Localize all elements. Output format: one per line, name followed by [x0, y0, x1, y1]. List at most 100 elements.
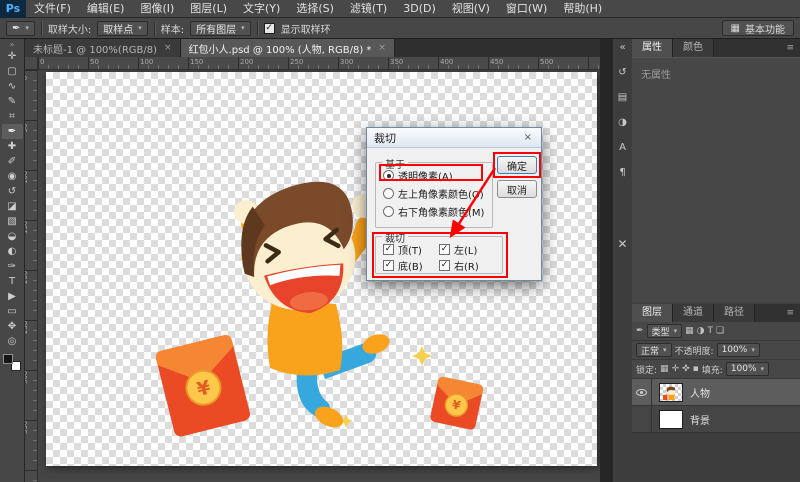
collapse-toolbar-icon[interactable]: »: [10, 40, 15, 49]
workspace-switcher[interactable]: ▦ 基本功能: [722, 20, 794, 36]
tab-color[interactable]: 颜色: [673, 39, 714, 57]
shape-tool[interactable]: ▭: [2, 304, 23, 319]
filter-type-icon[interactable]: T: [707, 326, 713, 336]
lock-transparency-icon[interactable]: ▦: [660, 364, 669, 374]
opacity-value: 100%: [722, 345, 748, 355]
path-selection-tool[interactable]: ▶: [2, 289, 23, 304]
horizontal-ruler[interactable]: 0 50 100 150 200 250 300 350 400 450 500: [38, 57, 600, 70]
checkbox-row-bottom[interactable]: ✓ 底(B): [383, 258, 423, 272]
opacity-dropdown[interactable]: 100% ▾: [717, 343, 760, 357]
show-sampling-ring-checkbox[interactable]: ✓: [264, 23, 275, 34]
fill-dropdown[interactable]: 100% ▾: [726, 362, 769, 376]
vertical-ruler[interactable]: 0 50 100 150 200 250 300 350: [25, 70, 38, 482]
radio-row-bottomright[interactable]: 右下角像素颜色(M): [383, 204, 484, 218]
menu-image[interactable]: 图像(I): [132, 0, 182, 17]
tab-channels[interactable]: 通道: [673, 304, 714, 322]
dialog-close-button[interactable]: ×: [522, 132, 534, 143]
layer-row-character[interactable]: 人物: [632, 379, 800, 406]
close-icon[interactable]: ×: [164, 43, 172, 53]
checkbox-right[interactable]: ✓: [439, 260, 450, 271]
radio-row-transparent[interactable]: 透明像素(A): [383, 168, 453, 182]
visibility-toggle[interactable]: [632, 379, 652, 406]
brush-tool[interactable]: ✐: [2, 154, 23, 169]
marquee-tool[interactable]: ▢: [2, 64, 23, 79]
zoom-tool[interactable]: ◎: [2, 334, 23, 349]
panel-menu-icon[interactable]: ≡: [780, 39, 800, 57]
radio-topleft-color[interactable]: [383, 188, 394, 199]
move-tool[interactable]: ✛: [2, 49, 23, 64]
history-panel-icon[interactable]: ↺: [618, 67, 626, 79]
clone-stamp-tool[interactable]: ◉: [2, 169, 23, 184]
ruler-number: 300: [25, 372, 38, 384]
eraser-tool[interactable]: ◪: [2, 199, 23, 214]
checkbox-row-top[interactable]: ✓ 顶(T): [383, 242, 422, 256]
checkbox-bottom[interactable]: ✓: [383, 260, 394, 271]
blur-tool[interactable]: ◒: [2, 229, 23, 244]
document-tab-hongbao[interactable]: 红包小人.psd @ 100% (人物, RGB/8) * ×: [181, 39, 395, 57]
dialog-title-bar[interactable]: 裁切 ×: [367, 128, 541, 148]
menu-select[interactable]: 选择(S): [288, 0, 342, 17]
menu-layer[interactable]: 图层(L): [182, 0, 235, 17]
menu-edit[interactable]: 编辑(E): [79, 0, 133, 17]
ok-button[interactable]: 确定: [497, 156, 537, 174]
checkbox-row-left[interactable]: ✓ 左(L): [439, 242, 477, 256]
filter-shape-icon[interactable]: ❑: [716, 326, 724, 336]
tab-layers[interactable]: 图层: [632, 304, 673, 322]
sample-size-dropdown[interactable]: 取样点 ▾: [97, 21, 148, 36]
sample-size-label: 取样大小:: [48, 21, 91, 36]
radio-row-topleft[interactable]: 左上角像素颜色(O): [383, 186, 484, 200]
menu-view[interactable]: 视图(V): [444, 0, 498, 17]
properties-panel-icon[interactable]: ▤: [618, 92, 627, 104]
menu-3d[interactable]: 3D(D): [395, 0, 444, 17]
lock-position-icon[interactable]: ✜: [682, 364, 690, 374]
adjustments-panel-icon[interactable]: ◑: [618, 117, 627, 129]
panel-dock: « ↺ ▤ ◑ A ¶ ✕: [612, 39, 632, 482]
filter-pixel-icon[interactable]: ▦: [685, 326, 694, 336]
quick-selection-tool[interactable]: ✎: [2, 94, 23, 109]
color-swatches[interactable]: [3, 354, 21, 371]
radio-bottomright-color[interactable]: [383, 206, 394, 217]
eyedropper-tool[interactable]: ✒: [2, 124, 23, 139]
hand-tool[interactable]: ✥: [2, 319, 23, 334]
healing-brush-tool[interactable]: ✚: [2, 139, 23, 154]
check-icon: ✓: [265, 24, 273, 33]
lock-image-icon[interactable]: ✛: [672, 364, 680, 374]
foreground-color-swatch[interactable]: [3, 354, 13, 364]
crop-tool[interactable]: ⌗: [2, 109, 23, 124]
document-tab-untitled[interactable]: 未标题-1 @ 100%(RGB/8) ×: [25, 39, 181, 57]
checkbox-top[interactable]: ✓: [383, 244, 394, 255]
menu-window[interactable]: 窗口(W): [498, 0, 555, 17]
filter-kind-dropdown[interactable]: 类型 ▾: [647, 324, 683, 338]
checkbox-left[interactable]: ✓: [439, 244, 450, 255]
layer-thumbnail[interactable]: [659, 383, 683, 402]
layer-thumbnail[interactable]: [659, 410, 683, 429]
menu-type[interactable]: 文字(Y): [235, 0, 288, 17]
paragraph-panel-icon[interactable]: ¶: [619, 167, 625, 179]
lasso-tool[interactable]: ∿: [2, 79, 23, 94]
tab-properties[interactable]: 属性: [632, 39, 673, 57]
menu-file[interactable]: 文件(F): [26, 0, 79, 17]
close-icon[interactable]: ×: [378, 43, 386, 53]
character-panel-icon[interactable]: A: [619, 142, 626, 154]
radio-transparent-pixels[interactable]: [383, 170, 394, 181]
filter-adjustment-icon[interactable]: ◑: [697, 326, 705, 336]
menu-help[interactable]: 帮助(H): [555, 0, 610, 17]
tool-preset-picker[interactable]: ✒ ▾: [6, 21, 35, 36]
dodge-tool[interactable]: ◐: [2, 244, 23, 259]
close-panel-icon[interactable]: ✕: [617, 238, 627, 250]
type-tool[interactable]: T: [2, 274, 23, 289]
cancel-button[interactable]: 取消: [497, 180, 537, 198]
expand-panels-icon[interactable]: «: [619, 42, 625, 54]
layer-row-background[interactable]: 背景: [632, 406, 800, 433]
panel-menu-icon[interactable]: ≡: [780, 304, 800, 322]
visibility-toggle[interactable]: [632, 406, 652, 433]
sample-dropdown[interactable]: 所有图层 ▾: [190, 21, 251, 36]
history-brush-tool[interactable]: ↺: [2, 184, 23, 199]
gradient-tool[interactable]: ▧: [2, 214, 23, 229]
blend-mode-dropdown[interactable]: 正常 ▾: [636, 343, 672, 357]
menu-filter[interactable]: 滤镜(T): [342, 0, 395, 17]
checkbox-row-right[interactable]: ✓ 右(R): [439, 258, 479, 272]
lock-all-icon[interactable]: ▪: [693, 364, 699, 374]
tab-paths[interactable]: 路径: [714, 304, 755, 322]
pen-tool[interactable]: ✑: [2, 259, 23, 274]
